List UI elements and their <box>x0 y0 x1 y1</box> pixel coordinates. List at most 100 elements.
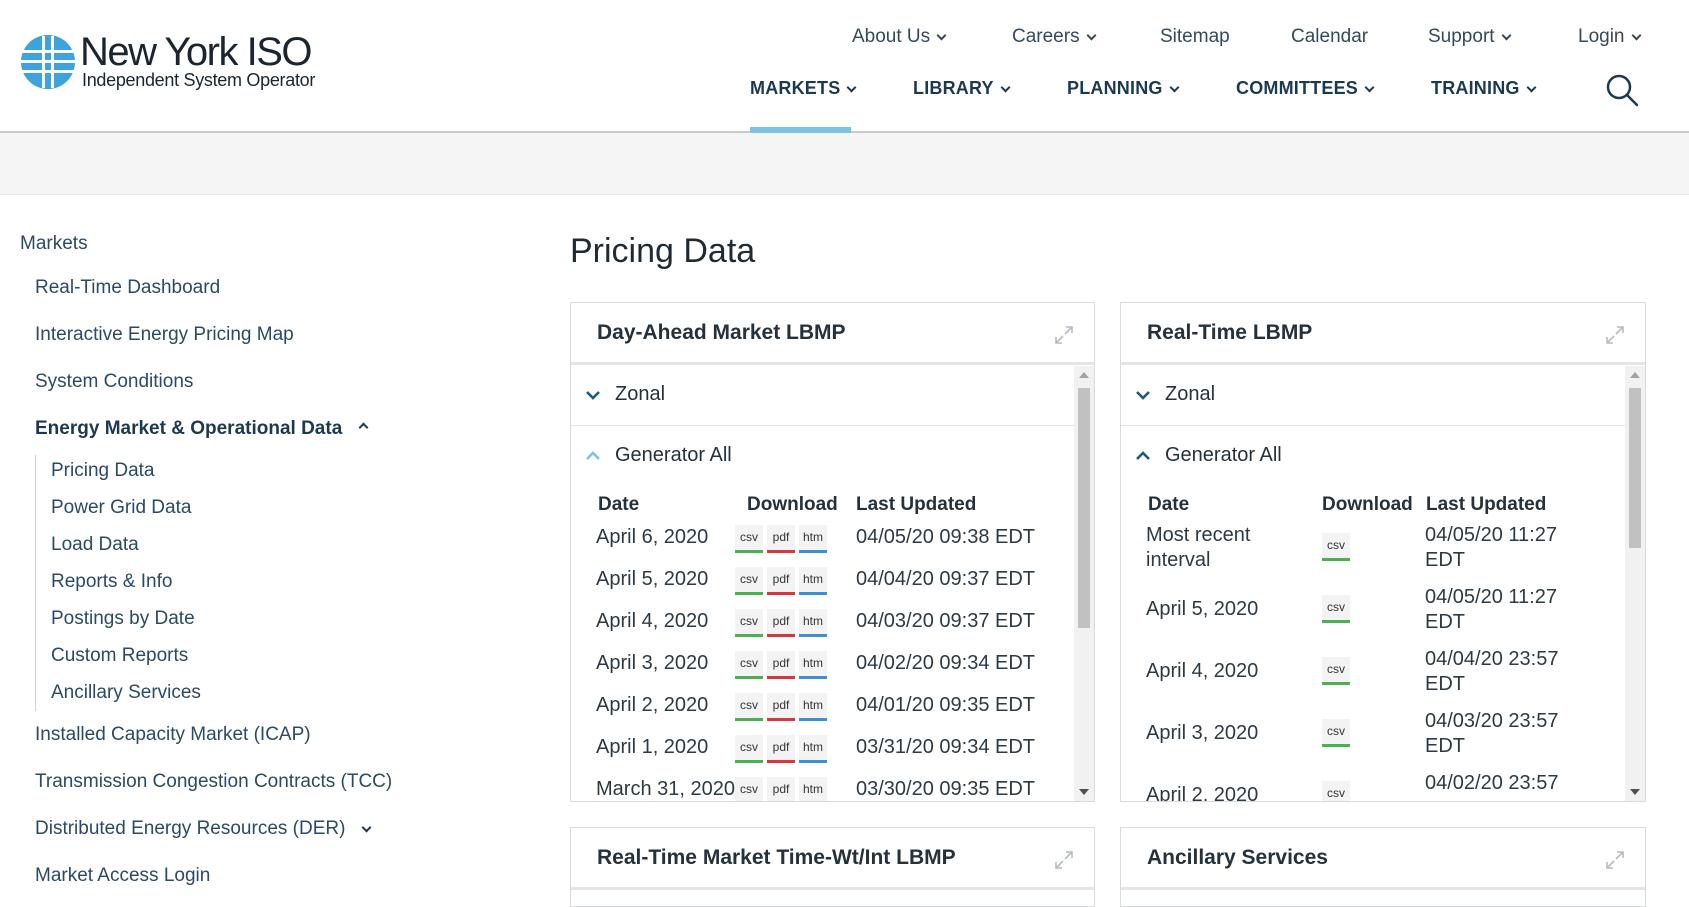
accordion-generator-all[interactable]: Generator All <box>571 427 1094 477</box>
site-header: New York ISO Independent System Operator… <box>0 0 1689 133</box>
row-date: April 2, 2020 <box>596 694 709 716</box>
expand-icon[interactable] <box>1605 850 1625 870</box>
chevron-down-icon <box>362 822 372 833</box>
csv-download-icon[interactable]: csv <box>1322 595 1350 623</box>
htm-download-icon[interactable]: htm <box>799 525 827 553</box>
panel-header: Real-Time Market Time-Wt/Int LBMP <box>571 828 1094 890</box>
panel-scroll-area: Zonal Generator All Date Download Last U… <box>571 366 1094 801</box>
row-last-updated: 04/04/20 23:57 EDT <box>1425 648 1559 695</box>
search-icon[interactable] <box>1604 72 1640 108</box>
util-calendar-label: Calendar <box>1291 26 1369 47</box>
util-support-label: Support <box>1428 26 1495 47</box>
nav-library[interactable]: LIBRARY <box>913 78 1011 99</box>
sidebar-subitem-custom-reports[interactable]: Custom Reports <box>51 645 188 667</box>
scrollbar[interactable] <box>1625 366 1645 801</box>
row-date: April 4, 2020 <box>1146 660 1259 682</box>
sidebar-subitem-power-grid-data[interactable]: Power Grid Data <box>51 497 191 519</box>
csv-download-icon[interactable]: csv <box>1322 533 1350 561</box>
util-careers[interactable]: Careers <box>1012 26 1097 48</box>
sidebar-item-system-conditions[interactable]: System Conditions <box>35 371 193 393</box>
nav-markets[interactable]: MARKETS <box>750 78 857 99</box>
scroll-up-arrow[interactable] <box>1630 372 1640 378</box>
scroll-up-arrow[interactable] <box>1079 372 1089 378</box>
sidebar-item-energy-market-data[interactable]: Energy Market & Operational Data <box>35 418 369 440</box>
csv-download-icon[interactable]: csv <box>735 777 763 801</box>
sidebar-subitem-load-data[interactable]: Load Data <box>51 534 139 556</box>
expand-icon[interactable] <box>1054 850 1074 870</box>
accordion-zonal[interactable]: Zonal <box>1121 366 1645 426</box>
sidebar-item-market-access-login[interactable]: Market Access Login <box>35 865 210 887</box>
panel-day-ahead-lbmp: Day-Ahead Market LBMP Zonal Generator Al… <box>570 302 1095 802</box>
sidebar-item-der[interactable]: Distributed Energy Resources (DER) <box>35 818 372 840</box>
panel-header: Real-Time LBMP <box>1121 303 1645 365</box>
row-date: April 1, 2020 <box>596 736 709 758</box>
sidebar-item-tcc[interactable]: Transmission Congestion Contracts (TCC) <box>35 771 392 793</box>
col-header-date: Date <box>1148 494 1190 515</box>
chevron-up-icon <box>1136 451 1150 460</box>
util-login[interactable]: Login <box>1578 26 1641 48</box>
pdf-download-icon[interactable]: pdf <box>767 735 795 763</box>
sidebar-item-energy-pricing-map[interactable]: Interactive Energy Pricing Map <box>35 324 294 346</box>
accordion-label: Generator All <box>1165 444 1282 466</box>
chevron-down-icon <box>1000 82 1011 93</box>
csv-download-icon[interactable]: csv <box>1322 719 1350 747</box>
pdf-download-icon[interactable]: pdf <box>767 609 795 637</box>
sidebar-subitem-postings-by-date[interactable]: Postings by Date <box>51 608 195 630</box>
htm-download-icon[interactable]: htm <box>799 567 827 595</box>
expand-icon[interactable] <box>1605 325 1625 345</box>
panel-title: Ancillary Services <box>1147 846 1328 869</box>
pdf-download-icon[interactable]: pdf <box>767 567 795 595</box>
expand-icon[interactable] <box>1054 325 1074 345</box>
util-about-us-label: About Us <box>852 26 931 47</box>
sidebar-item-icap[interactable]: Installed Capacity Market (ICAP) <box>35 724 311 746</box>
chevron-down-icon <box>936 30 947 41</box>
pdf-download-icon[interactable]: pdf <box>767 693 795 721</box>
pdf-download-icon[interactable]: pdf <box>767 651 795 679</box>
htm-download-icon[interactable]: htm <box>799 735 827 763</box>
row-last-updated: 04/02/20 09:34 EDT <box>856 652 1036 674</box>
htm-download-icon[interactable]: htm <box>799 609 827 637</box>
sidebar-subitem-pricing-data[interactable]: Pricing Data <box>51 460 155 482</box>
csv-download-icon[interactable]: csv <box>735 693 763 721</box>
sidebar-root-markets[interactable]: Markets <box>20 233 88 255</box>
nav-planning[interactable]: PLANNING <box>1067 78 1180 99</box>
sidebar-subitem-ancillary-services[interactable]: Ancillary Services <box>51 682 201 704</box>
util-about-us[interactable]: About Us <box>852 26 947 48</box>
htm-download-icon[interactable]: htm <box>799 651 827 679</box>
csv-download-icon[interactable]: csv <box>735 567 763 595</box>
csv-download-icon[interactable]: csv <box>1322 657 1350 685</box>
scroll-thumb[interactable] <box>1629 388 1641 548</box>
util-calendar[interactable]: Calendar <box>1291 26 1368 48</box>
sidebar-item-real-time-dashboard[interactable]: Real-Time Dashboard <box>35 277 220 299</box>
row-date: April 6, 2020 <box>596 526 709 548</box>
util-sitemap[interactable]: Sitemap <box>1160 26 1230 48</box>
accordion-zonal[interactable]: Zonal <box>571 366 1094 426</box>
csv-download-icon[interactable]: csv <box>735 651 763 679</box>
csv-download-icon[interactable]: csv <box>735 609 763 637</box>
csv-download-icon[interactable]: csv <box>1322 781 1350 801</box>
scroll-thumb[interactable] <box>1078 388 1090 628</box>
nav-training-label: TRAINING <box>1431 78 1520 98</box>
pdf-download-icon[interactable]: pdf <box>767 777 795 801</box>
util-sitemap-label: Sitemap <box>1160 26 1230 47</box>
sidebar-subitem-reports-info[interactable]: Reports & Info <box>51 571 172 593</box>
util-support[interactable]: Support <box>1428 26 1511 48</box>
chevron-up-icon <box>358 422 369 433</box>
scroll-down-arrow[interactable] <box>1630 789 1640 795</box>
row-date: April 3, 2020 <box>596 652 709 674</box>
col-header-date: Date <box>598 494 640 515</box>
pdf-download-icon[interactable]: pdf <box>767 525 795 553</box>
util-careers-label: Careers <box>1012 26 1080 47</box>
htm-download-icon[interactable]: htm <box>799 777 827 801</box>
scrollbar[interactable] <box>1074 366 1094 801</box>
htm-download-icon[interactable]: htm <box>799 693 827 721</box>
row-date: April 2, 2020 <box>1146 784 1259 801</box>
util-login-label: Login <box>1578 26 1625 47</box>
nav-library-label: LIBRARY <box>913 78 994 98</box>
scroll-down-arrow[interactable] <box>1079 789 1089 795</box>
csv-download-icon[interactable]: csv <box>735 525 763 553</box>
nav-committees[interactable]: COMMITTEES <box>1236 78 1375 99</box>
csv-download-icon[interactable]: csv <box>735 735 763 763</box>
nav-training[interactable]: TRAINING <box>1431 78 1537 99</box>
accordion-generator-all[interactable]: Generator All <box>1121 427 1645 477</box>
